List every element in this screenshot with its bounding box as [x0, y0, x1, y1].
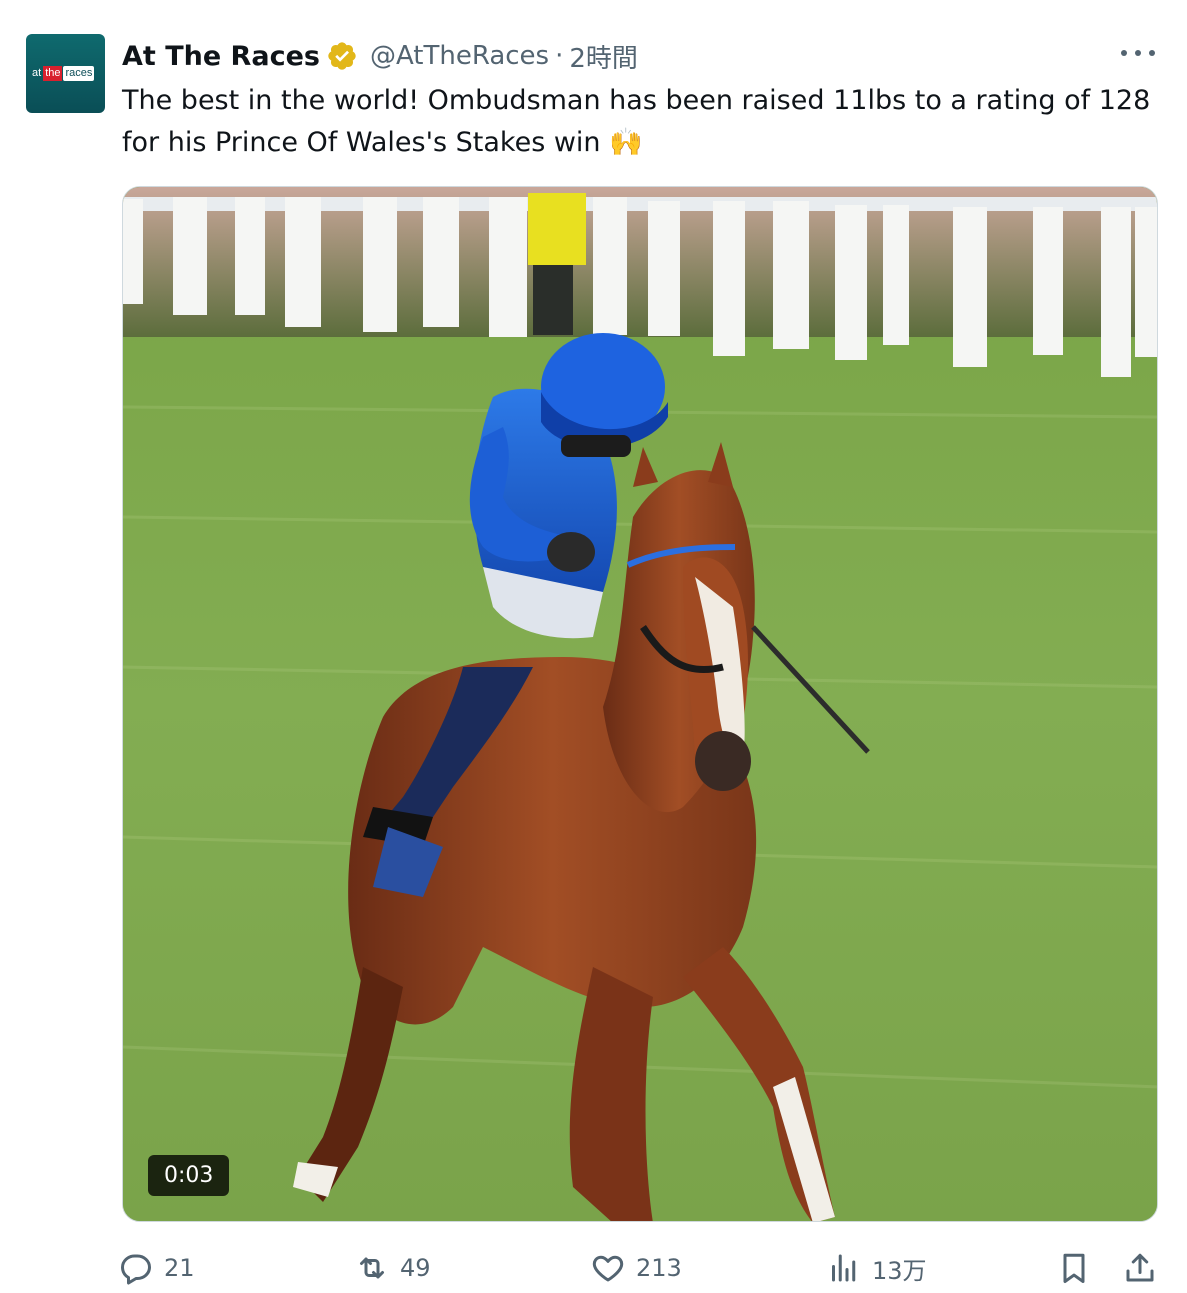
like-count: 213 — [636, 1254, 682, 1282]
retweet-count: 49 — [400, 1254, 431, 1282]
video-player[interactable]: 0:03 — [122, 186, 1158, 1222]
at-the-races-logo: at the races — [32, 66, 95, 81]
retweet-icon — [360, 1257, 384, 1279]
bookmark-button[interactable] — [1056, 1244, 1092, 1292]
reply-count: 21 — [164, 1254, 195, 1282]
separator-dot: · — [555, 41, 564, 71]
tweet-timestamp[interactable]: 2時間 — [569, 38, 638, 75]
more-options-icon[interactable] — [1121, 40, 1155, 66]
author-handle[interactable]: @AtTheRaces — [370, 41, 549, 71]
heart-icon — [592, 1255, 624, 1282]
video-duration: 0:03 — [148, 1155, 230, 1196]
share-icon — [1126, 1253, 1154, 1282]
retweet-button[interactable]: 49 — [354, 1244, 431, 1292]
views-button[interactable]: 13万 — [826, 1244, 927, 1292]
views-icon — [832, 1254, 856, 1282]
like-button[interactable]: 213 — [590, 1244, 682, 1292]
verified-badge-icon[interactable] — [326, 40, 358, 72]
race-video-frame — [123, 187, 1157, 1221]
tweet-header: At The Races @AtTheRaces · 2時間 — [122, 36, 638, 76]
author-name[interactable]: At The Races — [122, 41, 320, 72]
reply-button[interactable]: 21 — [118, 1244, 195, 1292]
avatar[interactable]: at the races — [26, 34, 105, 113]
action-bar: 21 49 213 13万 — [118, 1244, 1168, 1293]
bookmark-icon — [1063, 1253, 1085, 1283]
share-button[interactable] — [1122, 1244, 1158, 1292]
views-count: 13万 — [872, 1256, 927, 1285]
tweet-text: The best in the world! Ombudsman has bee… — [122, 85, 1151, 158]
reply-icon — [121, 1254, 151, 1285]
